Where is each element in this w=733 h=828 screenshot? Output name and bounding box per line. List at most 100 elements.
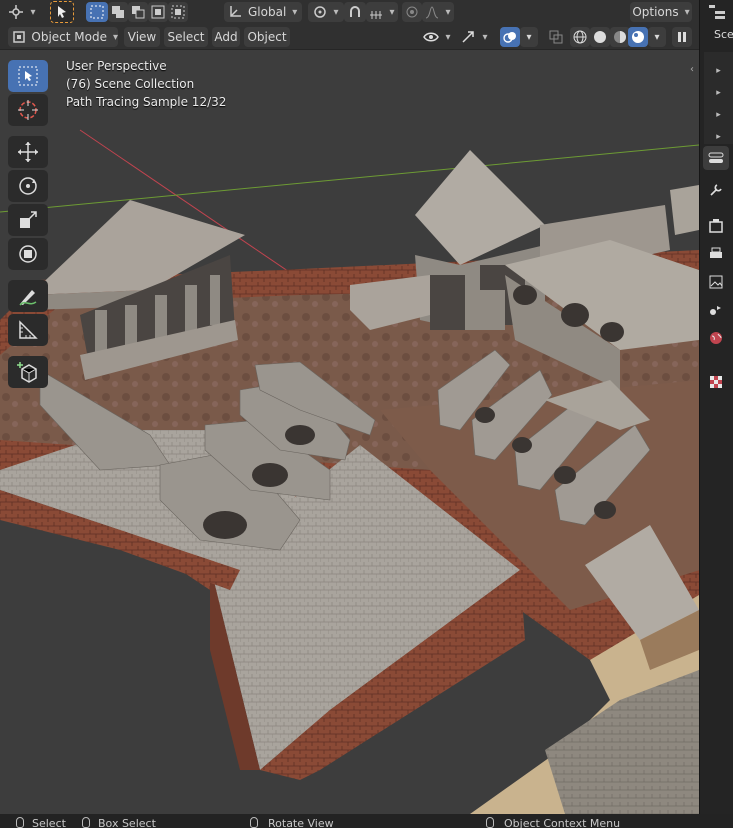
tool-annotate[interactable] [8, 280, 48, 312]
printer-icon [710, 247, 722, 258]
gizmo-arrow-icon [462, 31, 475, 43]
outliner-expand-icon[interactable]: ▸ [704, 104, 733, 126]
tab-tools[interactable] [703, 178, 729, 202]
tool-cursor[interactable] [8, 94, 48, 126]
tab-view-layer[interactable] [703, 270, 729, 294]
status-rotate-view: Rotate View [268, 817, 334, 828]
orientation-axis-icon [230, 6, 241, 17]
tab-scene[interactable] [703, 298, 729, 322]
material-sphere-icon [614, 31, 626, 43]
scale-icon [20, 211, 37, 228]
object-mode-icon [13, 31, 25, 43]
header-top: Global Options [0, 0, 699, 24]
editor-type-button[interactable] [4, 2, 40, 22]
select-subtract-icon [132, 6, 145, 19]
transform-orientation-dropdown[interactable]: Global [224, 2, 302, 22]
tool-transform[interactable] [8, 238, 48, 270]
viewport-perspective-label: User Perspective [66, 59, 167, 73]
viewport-editor-icon [9, 5, 24, 19]
shading-options-dropdown[interactable]: ▾ [648, 27, 666, 47]
xray-toggle-button[interactable] [546, 27, 566, 47]
solid-sphere-icon [594, 31, 606, 43]
viewport-render-status: Path Tracing Sample 12/32 [66, 95, 227, 109]
select-mode-subtract-button[interactable] [128, 2, 148, 22]
rendered-scene-image [0, 129, 699, 814]
chevron-down-icon: ▾ [654, 31, 660, 43]
menu-add[interactable]: Add [212, 27, 240, 47]
tab-world[interactable] [703, 326, 729, 350]
menu-select-label: Select [167, 30, 205, 44]
options-dropdown[interactable]: Options [630, 2, 692, 22]
cube-add-icon [17, 362, 37, 383]
y-axis-line [0, 144, 699, 213]
shading-rendered-button[interactable] [628, 27, 648, 47]
tool-add-cube[interactable] [8, 356, 48, 388]
scene-objects-icon [710, 306, 721, 315]
menu-view-label: View [127, 30, 157, 44]
tab-texture[interactable] [703, 370, 729, 394]
mode-label: Object Mode [31, 30, 107, 44]
select-mode-extend-button[interactable] [108, 2, 128, 22]
menu-view[interactable]: View [124, 27, 160, 47]
tool-rotate[interactable] [8, 170, 48, 202]
visibility-dropdown[interactable] [418, 27, 456, 47]
magnet-icon [350, 6, 360, 17]
select-mode-intersect-button[interactable] [168, 2, 188, 22]
proportional-falloff-dropdown[interactable] [422, 2, 454, 22]
select-new-icon [90, 5, 104, 19]
gizmo-dropdown[interactable] [456, 27, 492, 47]
ruler-icon [19, 320, 38, 339]
shading-wireframe-button[interactable] [570, 27, 590, 47]
snap-toggle-button[interactable] [344, 2, 366, 22]
proportional-edit-button[interactable] [402, 2, 422, 22]
pencil-icon [19, 290, 37, 306]
outliner-expand-icon[interactable]: ▸ [704, 60, 733, 82]
xray-icon [549, 30, 563, 44]
mouse-drag-icon [82, 817, 90, 828]
properties-tabs [699, 144, 733, 444]
select-mode-difference-button[interactable] [148, 2, 168, 22]
3d-viewport[interactable]: User Perspective (76) Scene Collection P… [0, 50, 699, 814]
transform-orientation-label: Global [248, 5, 287, 19]
overlays-toggle-button[interactable] [500, 27, 520, 47]
viewport-collection-label: (76) Scene Collection [66, 77, 195, 91]
pivot-point-dropdown[interactable] [308, 2, 344, 22]
tab-tool[interactable] [703, 146, 729, 170]
menu-select[interactable]: Select [164, 27, 208, 47]
tool-move[interactable] [8, 136, 48, 168]
tool-select-box[interactable] [8, 60, 48, 92]
menu-object[interactable]: Object [244, 27, 290, 47]
mode-dropdown[interactable]: Object Mode [8, 27, 118, 47]
shading-material-button[interactable] [610, 27, 630, 47]
select-mode-new-button[interactable] [86, 2, 108, 22]
tool-scale[interactable] [8, 204, 48, 236]
tool-select-button[interactable] [50, 1, 74, 23]
mouse-left-icon [16, 817, 24, 828]
options-label: Options [632, 5, 679, 19]
outliner-editor-icon[interactable] [708, 4, 726, 23]
snap-increment-icon [370, 11, 383, 19]
pause-icon [678, 32, 686, 42]
menu-add-label: Add [214, 30, 238, 44]
overlays-dropdown[interactable]: ▾ [520, 27, 538, 47]
tab-render[interactable] [703, 214, 729, 238]
status-bar: Select Box Select Rotate View Object Con… [0, 814, 733, 828]
outliner-expand-icon[interactable]: ▸ [704, 82, 733, 104]
tool-measure[interactable] [8, 314, 48, 346]
scene-tab-label[interactable]: Sce [714, 28, 733, 41]
proportional-edit-icon [406, 6, 418, 18]
header-menu: Object Mode View Select Add Object ▾ ▾ [0, 24, 699, 50]
rendered-sphere-icon [632, 31, 644, 43]
transform-icon [19, 245, 37, 263]
cursor-icon [58, 6, 66, 18]
camera-back-icon [709, 219, 723, 233]
pause-render-button[interactable] [672, 27, 692, 47]
sidebar-expand-icon[interactable]: ‹ [690, 64, 694, 75]
tab-output[interactable] [703, 242, 729, 266]
checker-texture-icon [710, 376, 722, 388]
cursor-box-icon [18, 66, 38, 86]
snap-target-dropdown[interactable] [366, 2, 398, 22]
shading-solid-button[interactable] [590, 27, 610, 47]
wireframe-sphere-icon [573, 30, 587, 44]
status-select: Select [32, 817, 66, 828]
